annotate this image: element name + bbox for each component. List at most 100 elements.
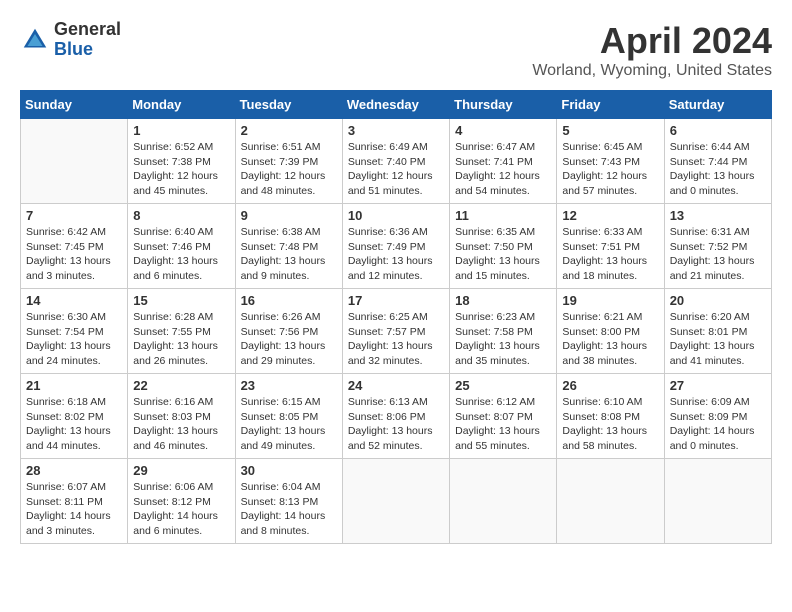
day-info: Sunrise: 6:10 AMSunset: 8:08 PMDaylight:…	[562, 395, 658, 454]
day-number: 12	[562, 208, 658, 223]
calendar-body: 1 Sunrise: 6:52 AMSunset: 7:38 PMDaylight…	[21, 119, 772, 544]
day-info: Sunrise: 6:07 AMSunset: 8:11 PMDaylight:…	[26, 480, 122, 539]
day-of-week-header: Friday	[557, 91, 664, 119]
day-info: Sunrise: 6:16 AMSunset: 8:03 PMDaylight:…	[133, 395, 229, 454]
day-number: 13	[670, 208, 766, 223]
day-info: Sunrise: 6:47 AMSunset: 7:41 PMDaylight:…	[455, 140, 551, 199]
day-info: Sunrise: 6:45 AMSunset: 7:43 PMDaylight:…	[562, 140, 658, 199]
calendar-week-row: 21 Sunrise: 6:18 AMSunset: 8:02 PMDayligh…	[21, 374, 772, 459]
logo-icon	[20, 25, 50, 55]
calendar-cell: 25Sunrise: 6:12 AMSunset: 8:07 PMDayligh…	[450, 374, 557, 459]
day-info: Sunrise: 6:18 AMSunset: 8:02 PMDaylight:…	[26, 395, 122, 454]
day-info: Sunrise: 6:06 AMSunset: 8:12 PMDaylight:…	[133, 480, 229, 539]
day-info: Sunrise: 6:38 AMSunset: 7:48 PMDaylight:…	[241, 225, 337, 284]
calendar-cell: 24 Sunrise: 6:13 AMSunset: 8:06 PMDayligh…	[342, 374, 449, 459]
day-info: Sunrise: 6:04 AMSunset: 8:13 PMDaylight:…	[241, 480, 337, 539]
calendar-cell: 23Sunrise: 6:15 AMSunset: 8:05 PMDayligh…	[235, 374, 342, 459]
calendar-cell: 26 Sunrise: 6:10 AMSunset: 8:08 PMDayligh…	[557, 374, 664, 459]
day-number: 21	[26, 378, 122, 393]
calendar-cell: 20 Sunrise: 6:20 AMSunset: 8:01 PMDayligh…	[664, 289, 771, 374]
calendar-cell: 9 Sunrise: 6:38 AMSunset: 7:48 PMDaylight…	[235, 204, 342, 289]
day-number: 14	[26, 293, 122, 308]
calendar-cell: 12 Sunrise: 6:33 AMSunset: 7:51 PMDayligh…	[557, 204, 664, 289]
day-number: 4	[455, 123, 551, 138]
day-number: 17	[348, 293, 444, 308]
day-number: 22	[133, 378, 229, 393]
day-number: 18	[455, 293, 551, 308]
main-title: April 2024	[532, 20, 772, 62]
title-block: April 2024 Worland, Wyoming, United Stat…	[532, 20, 772, 80]
calendar-cell: 3 Sunrise: 6:49 AMSunset: 7:40 PMDaylight…	[342, 119, 449, 204]
day-number: 15	[133, 293, 229, 308]
calendar-header-row: SundayMondayTuesdayWednesdayThursdayFrid…	[21, 91, 772, 119]
day-number: 26	[562, 378, 658, 393]
day-number: 16	[241, 293, 337, 308]
day-info: Sunrise: 6:42 AMSunset: 7:45 PMDaylight:…	[26, 225, 122, 284]
day-info: Sunrise: 6:28 AMSunset: 7:55 PMDaylight:…	[133, 310, 229, 369]
day-info: Sunrise: 6:52 AMSunset: 7:38 PMDaylight:…	[133, 140, 229, 199]
calendar-cell	[664, 459, 771, 544]
day-of-week-header: Thursday	[450, 91, 557, 119]
day-of-week-header: Monday	[128, 91, 235, 119]
calendar-cell: 18 Sunrise: 6:23 AMSunset: 7:58 PMDayligh…	[450, 289, 557, 374]
day-info: Sunrise: 6:12 AMSunset: 8:07 PMDaylight:…	[455, 395, 551, 454]
calendar-cell: 29 Sunrise: 6:06 AMSunset: 8:12 PMDayligh…	[128, 459, 235, 544]
calendar-cell: 19 Sunrise: 6:21 AMSunset: 8:00 PMDayligh…	[557, 289, 664, 374]
day-number: 1	[133, 123, 229, 138]
calendar-week-row: 28Sunrise: 6:07 AMSunset: 8:11 PMDayligh…	[21, 459, 772, 544]
day-of-week-header: Wednesday	[342, 91, 449, 119]
calendar-cell: 8Sunrise: 6:40 AMSunset: 7:46 PMDaylight…	[128, 204, 235, 289]
calendar-cell	[21, 119, 128, 204]
calendar-table: SundayMondayTuesdayWednesdayThursdayFrid…	[20, 90, 772, 544]
calendar-cell: 14 Sunrise: 6:30 AMSunset: 7:54 PMDayligh…	[21, 289, 128, 374]
day-of-week-header: Tuesday	[235, 91, 342, 119]
day-info: Sunrise: 6:36 AMSunset: 7:49 PMDaylight:…	[348, 225, 444, 284]
day-number: 19	[562, 293, 658, 308]
day-number: 20	[670, 293, 766, 308]
calendar-cell: 16 Sunrise: 6:26 AMSunset: 7:56 PMDayligh…	[235, 289, 342, 374]
calendar-cell: 21 Sunrise: 6:18 AMSunset: 8:02 PMDayligh…	[21, 374, 128, 459]
calendar-cell: 10 Sunrise: 6:36 AMSunset: 7:49 PMDayligh…	[342, 204, 449, 289]
day-number: 6	[670, 123, 766, 138]
day-info: Sunrise: 6:30 AMSunset: 7:54 PMDaylight:…	[26, 310, 122, 369]
calendar-cell	[342, 459, 449, 544]
calendar-week-row: 1 Sunrise: 6:52 AMSunset: 7:38 PMDaylight…	[21, 119, 772, 204]
day-number: 2	[241, 123, 337, 138]
calendar-cell: 5Sunrise: 6:45 AMSunset: 7:43 PMDaylight…	[557, 119, 664, 204]
day-number: 24	[348, 378, 444, 393]
day-of-week-header: Sunday	[21, 91, 128, 119]
day-info: Sunrise: 6:33 AMSunset: 7:51 PMDaylight:…	[562, 225, 658, 284]
day-number: 9	[241, 208, 337, 223]
day-info: Sunrise: 6:31 AMSunset: 7:52 PMDaylight:…	[670, 225, 766, 284]
day-info: Sunrise: 6:51 AMSunset: 7:39 PMDaylight:…	[241, 140, 337, 199]
day-number: 30	[241, 463, 337, 478]
day-info: Sunrise: 6:23 AMSunset: 7:58 PMDaylight:…	[455, 310, 551, 369]
day-number: 11	[455, 208, 551, 223]
day-info: Sunrise: 6:15 AMSunset: 8:05 PMDaylight:…	[241, 395, 337, 454]
calendar-cell: 7 Sunrise: 6:42 AMSunset: 7:45 PMDaylight…	[21, 204, 128, 289]
day-of-week-header: Saturday	[664, 91, 771, 119]
calendar-cell: 2 Sunrise: 6:51 AMSunset: 7:39 PMDaylight…	[235, 119, 342, 204]
calendar-cell	[557, 459, 664, 544]
calendar-week-row: 7 Sunrise: 6:42 AMSunset: 7:45 PMDaylight…	[21, 204, 772, 289]
logo-text: General Blue	[54, 20, 121, 60]
day-number: 7	[26, 208, 122, 223]
calendar-cell: 4 Sunrise: 6:47 AMSunset: 7:41 PMDaylight…	[450, 119, 557, 204]
day-info: Sunrise: 6:20 AMSunset: 8:01 PMDaylight:…	[670, 310, 766, 369]
subtitle: Worland, Wyoming, United States	[532, 62, 772, 80]
day-info: Sunrise: 6:49 AMSunset: 7:40 PMDaylight:…	[348, 140, 444, 199]
day-number: 10	[348, 208, 444, 223]
calendar-cell: 28Sunrise: 6:07 AMSunset: 8:11 PMDayligh…	[21, 459, 128, 544]
calendar-cell	[450, 459, 557, 544]
day-info: Sunrise: 6:21 AMSunset: 8:00 PMDaylight:…	[562, 310, 658, 369]
day-info: Sunrise: 6:26 AMSunset: 7:56 PMDaylight:…	[241, 310, 337, 369]
day-number: 29	[133, 463, 229, 478]
calendar-cell: 1 Sunrise: 6:52 AMSunset: 7:38 PMDaylight…	[128, 119, 235, 204]
day-info: Sunrise: 6:09 AMSunset: 8:09 PMDaylight:…	[670, 395, 766, 454]
day-number: 3	[348, 123, 444, 138]
calendar-week-row: 14 Sunrise: 6:30 AMSunset: 7:54 PMDayligh…	[21, 289, 772, 374]
day-info: Sunrise: 6:13 AMSunset: 8:06 PMDaylight:…	[348, 395, 444, 454]
day-info: Sunrise: 6:25 AMSunset: 7:57 PMDaylight:…	[348, 310, 444, 369]
calendar-cell: 15 Sunrise: 6:28 AMSunset: 7:55 PMDayligh…	[128, 289, 235, 374]
day-info: Sunrise: 6:44 AMSunset: 7:44 PMDaylight:…	[670, 140, 766, 199]
